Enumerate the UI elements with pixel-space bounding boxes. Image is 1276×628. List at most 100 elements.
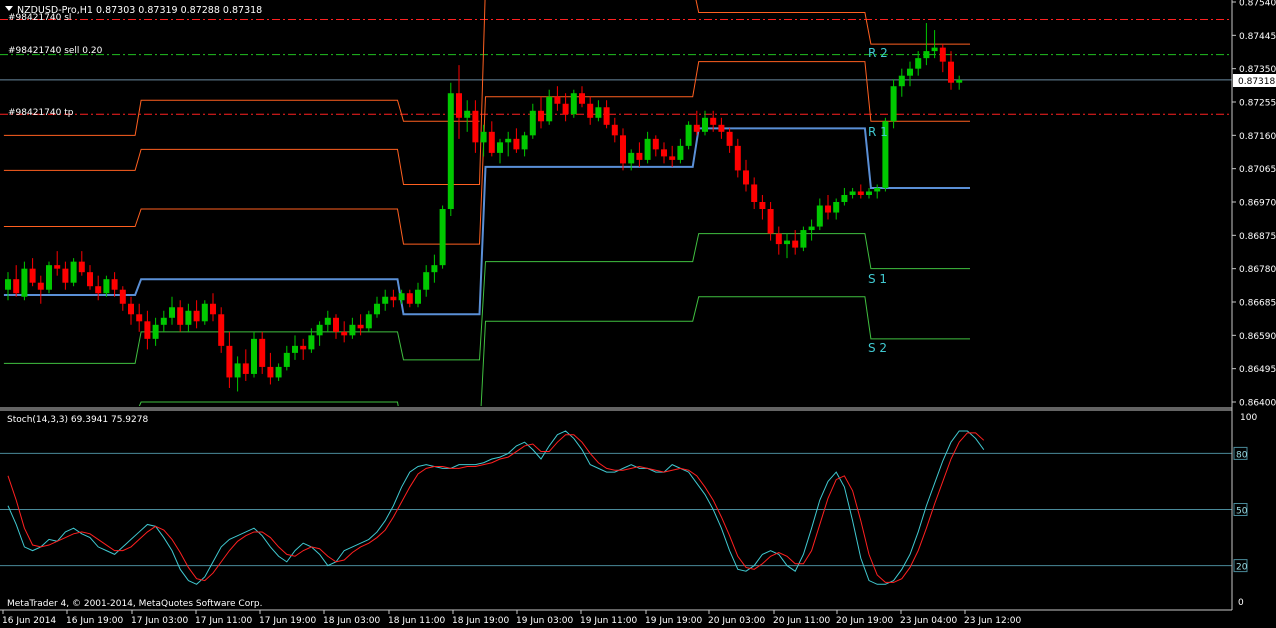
candle-bear[interactable] — [29, 268, 36, 283]
candle-bear[interactable] — [390, 296, 397, 301]
candle-bear[interactable] — [792, 240, 799, 248]
candle-bear[interactable] — [341, 331, 348, 336]
candle-bull[interactable] — [415, 289, 421, 304]
candle-bull[interactable] — [677, 145, 684, 160]
candle-bull[interactable] — [529, 110, 536, 136]
candle-bear[interactable] — [611, 124, 618, 136]
candle-bear[interactable] — [636, 152, 643, 160]
candle-bull[interactable] — [923, 51, 930, 59]
candle-bull[interactable] — [628, 152, 635, 164]
candle-bull[interactable] — [398, 293, 405, 301]
candle-bull[interactable] — [374, 303, 380, 315]
candle-bull[interactable] — [808, 226, 815, 231]
candle-bull[interactable] — [46, 265, 52, 290]
candle-bear[interactable] — [743, 170, 749, 185]
chart-window[interactable]: NZDUSD-Pro,H1 0.87303 0.87319 0.87288 0.… — [0, 0, 1276, 628]
candle-bear[interactable] — [734, 145, 741, 171]
candle-bear[interactable] — [579, 93, 585, 104]
candle-bear[interactable] — [95, 286, 102, 294]
candle-bear[interactable] — [620, 135, 626, 164]
candle-bull[interactable] — [833, 202, 840, 213]
candle-bear[interactable] — [693, 124, 700, 132]
candle-bear[interactable] — [119, 289, 126, 304]
candle-bull[interactable] — [497, 142, 503, 153]
candle-bear[interactable] — [226, 345, 233, 378]
candle-bear[interactable] — [333, 317, 339, 332]
candle-bull[interactable] — [907, 68, 913, 76]
candle-bear[interactable] — [111, 279, 118, 290]
candle-bear[interactable] — [751, 184, 758, 202]
candle-bull[interactable] — [898, 75, 905, 87]
candle-bear[interactable] — [128, 303, 134, 315]
candle-bull[interactable] — [685, 124, 692, 146]
candle-bull[interactable] — [784, 240, 790, 245]
candle-bear[interactable] — [488, 131, 495, 153]
candle-bull[interactable] — [423, 272, 430, 290]
candle-bear[interactable] — [669, 156, 676, 160]
candle-bear[interactable] — [406, 293, 413, 304]
candle-bull[interactable] — [849, 191, 856, 195]
candle-bear[interactable] — [652, 138, 659, 150]
candle-bull[interactable] — [21, 268, 28, 297]
candle-bull[interactable] — [316, 324, 323, 336]
candle-bull[interactable] — [251, 338, 257, 374]
candle-bear[interactable] — [210, 303, 216, 315]
candle-bear[interactable] — [767, 209, 774, 234]
chart-canvas[interactable]: NZDUSD-Pro,H1 0.87303 0.87319 0.87288 0.… — [0, 0, 1276, 628]
candle-bull[interactable] — [702, 117, 708, 132]
candle-bull[interactable] — [349, 324, 356, 336]
candle-bull[interactable] — [169, 307, 175, 318]
candle-bear[interactable] — [718, 124, 725, 132]
candle-bear[interactable] — [562, 103, 569, 115]
candle-bull[interactable] — [890, 86, 897, 122]
candle-bear[interactable] — [357, 324, 364, 329]
candle-bull[interactable] — [841, 194, 848, 202]
candle-bear[interactable] — [54, 265, 61, 269]
candle-bear[interactable] — [456, 93, 462, 118]
candle-bull[interactable] — [931, 47, 938, 52]
candle-bull[interactable] — [546, 96, 553, 122]
candle-bull[interactable] — [160, 317, 167, 325]
candle-bull[interactable] — [5, 279, 11, 290]
candle-bear[interactable] — [939, 47, 946, 62]
candle-bear[interactable] — [710, 117, 717, 125]
candle-bull[interactable] — [866, 191, 872, 195]
candle-bull[interactable] — [956, 79, 963, 83]
candle-bull[interactable] — [382, 296, 389, 304]
candle-bull[interactable] — [275, 366, 282, 378]
candle-bull[interactable] — [234, 363, 241, 378]
candle-bear[interactable] — [37, 282, 44, 290]
candle-bear[interactable] — [603, 107, 610, 125]
candle-bull[interactable] — [308, 335, 315, 350]
candle-bull[interactable] — [644, 138, 651, 160]
candle-bear[interactable] — [144, 321, 151, 339]
candle-bull[interactable] — [570, 93, 577, 115]
candle-bear[interactable] — [759, 202, 766, 210]
candle-bear[interactable] — [218, 314, 225, 346]
candle-bull[interactable] — [447, 93, 454, 210]
candle-bull[interactable] — [480, 131, 487, 143]
candle-bull[interactable] — [152, 324, 159, 339]
candle-bull[interactable] — [201, 303, 208, 322]
candle-bear[interactable] — [259, 338, 266, 367]
candle-bull[interactable] — [324, 317, 331, 325]
candle-bear[interactable] — [513, 138, 520, 150]
candle-bear[interactable] — [661, 149, 667, 157]
candle-bull[interactable] — [816, 205, 823, 227]
candle-bear[interactable] — [242, 363, 249, 374]
candle-bull[interactable] — [800, 230, 807, 248]
candle-bear[interactable] — [62, 268, 69, 283]
candle-bull[interactable] — [915, 58, 922, 69]
candle-bull[interactable] — [521, 135, 528, 150]
candle-bull[interactable] — [505, 138, 512, 143]
candle-bear[interactable] — [948, 61, 954, 83]
candle-bull[interactable] — [431, 265, 438, 273]
candle-bear[interactable] — [13, 279, 20, 294]
candle-bull[interactable] — [464, 110, 471, 118]
candle-bear[interactable] — [136, 314, 143, 322]
candle-bear[interactable] — [726, 131, 733, 146]
candle-bear[interactable] — [87, 272, 93, 287]
candle-bull[interactable] — [595, 107, 602, 118]
candle-bull[interactable] — [439, 209, 446, 266]
candle-bear[interactable] — [300, 345, 307, 350]
